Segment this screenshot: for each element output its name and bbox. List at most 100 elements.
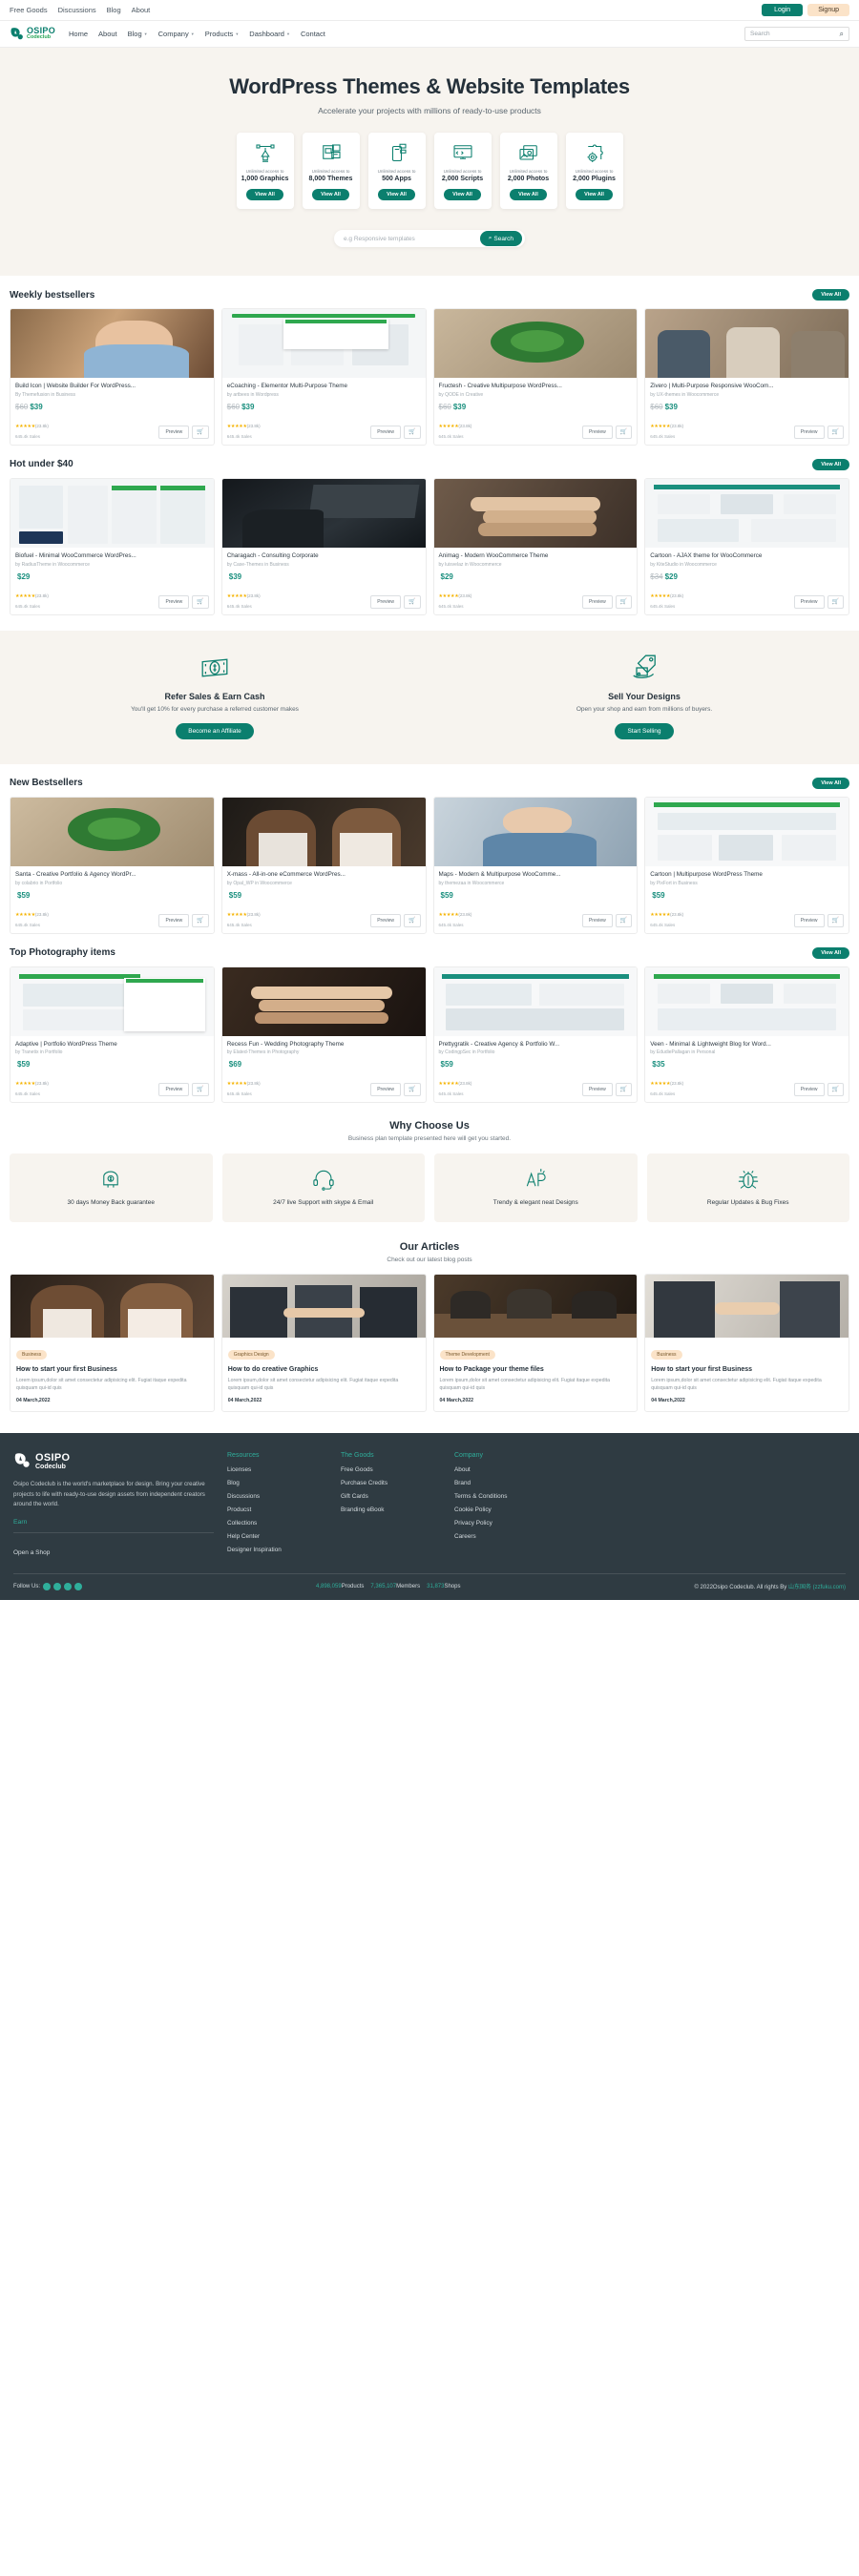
footer-link-branding-ebook[interactable]: Branding eBook bbox=[341, 1506, 441, 1513]
topbar-link-about[interactable]: About bbox=[132, 6, 151, 14]
footer-link-gift-cards[interactable]: Gift Cards bbox=[341, 1493, 441, 1500]
site-logo[interactable]: OSIPO Codeclub bbox=[10, 27, 55, 42]
product-card[interactable]: Prettygratik - Creative Agency & Portfol… bbox=[432, 966, 639, 1104]
product-name[interactable]: Build Icon | Website Builder For WordPre… bbox=[15, 383, 209, 390]
footer-link-blog[interactable]: Blog bbox=[227, 1480, 327, 1486]
article-title[interactable]: How to do creative Graphics bbox=[228, 1365, 420, 1374]
product-card[interactable]: Build Icon | Website Builder For WordPre… bbox=[10, 308, 215, 446]
add-to-cart-button[interactable]: 🛒 bbox=[615, 913, 633, 927]
add-to-cart-button[interactable]: 🛒 bbox=[192, 594, 209, 609]
product-name[interactable]: Cartoon | Multipurpose WordPress Theme bbox=[650, 871, 844, 879]
footer-link-about[interactable]: About bbox=[454, 1466, 555, 1473]
article-card[interactable]: Business How to start your first Busines… bbox=[644, 1274, 849, 1413]
add-to-cart-button[interactable]: 🛒 bbox=[192, 1083, 209, 1097]
add-to-cart-button[interactable]: 🛒 bbox=[404, 594, 421, 609]
product-name[interactable]: Fructesh - Creative Multipurpose WordPre… bbox=[439, 383, 633, 390]
nav-item-dashboard[interactable]: Dashboard ▼ bbox=[249, 30, 290, 38]
product-name[interactable]: Veen - Minimal & Lightweight Blog for Wo… bbox=[650, 1041, 844, 1049]
footer-link-producst[interactable]: Producst bbox=[227, 1506, 327, 1513]
category-card-apps[interactable]: Unlimited access to 500 Apps View All bbox=[367, 133, 426, 209]
footer-link-brand[interactable]: Brand bbox=[454, 1480, 555, 1486]
product-card[interactable]: Recess Fun - Wedding Photography Theme b… bbox=[220, 966, 427, 1104]
product-name[interactable]: Animag - Modern WooCommerce Theme bbox=[439, 552, 633, 560]
nav-item-home[interactable]: Home bbox=[69, 30, 88, 38]
login-button[interactable]: Login bbox=[762, 4, 804, 16]
product-card[interactable]: Animag - Modern WooCommerce Theme by lui… bbox=[432, 477, 639, 615]
preview-button[interactable]: Preview bbox=[370, 594, 402, 609]
preview-button[interactable]: Preview bbox=[793, 594, 825, 609]
instagram-icon[interactable] bbox=[74, 1582, 83, 1590]
category-view-all-button[interactable]: View All bbox=[576, 189, 613, 200]
product-card[interactable]: Biofuel - Minimal WooCommerce WordPres..… bbox=[10, 477, 215, 615]
preview-button[interactable]: Preview bbox=[581, 594, 613, 609]
twitter-icon[interactable] bbox=[53, 1582, 62, 1590]
add-to-cart-button[interactable]: 🛒 bbox=[404, 1083, 421, 1097]
article-tag[interactable]: Theme Development bbox=[439, 1350, 495, 1361]
nav-item-products[interactable]: Products ▼ bbox=[205, 30, 240, 38]
add-to-cart-button[interactable]: 🛒 bbox=[827, 913, 844, 927]
category-card-plugins[interactable]: Unlimited access to 2,000 Plugins View A… bbox=[565, 133, 623, 209]
footer-open-shop-link[interactable]: Open a Shop bbox=[13, 1549, 50, 1556]
category-view-all-button[interactable]: View All bbox=[312, 189, 349, 200]
section-view-all-button[interactable]: View All bbox=[812, 946, 849, 959]
product-card[interactable]: Adaptive | Portfolio WordPress Theme by … bbox=[10, 966, 215, 1104]
footer-link-privacy-policy[interactable]: Privacy Policy bbox=[454, 1520, 555, 1527]
preview-button[interactable]: Preview bbox=[793, 425, 825, 439]
nav-item-company[interactable]: Company ▼ bbox=[158, 30, 195, 38]
section-view-all-button[interactable]: View All bbox=[812, 458, 849, 470]
product-name[interactable]: Prettygratik - Creative Agency & Portfol… bbox=[439, 1041, 633, 1049]
add-to-cart-button[interactable]: 🛒 bbox=[827, 1083, 844, 1097]
hero-search-button[interactable]: ⌕ Search bbox=[479, 231, 522, 246]
nav-item-blog[interactable]: Blog ▼ bbox=[128, 30, 148, 38]
footer-link-designer-inspiration[interactable]: Designer Inspiration bbox=[227, 1547, 327, 1553]
product-card[interactable]: Maps - Modern & Multipurpose WooComme...… bbox=[432, 796, 639, 934]
category-card-photos[interactable]: Unlimited access to 2,000 Photos View Al… bbox=[499, 133, 557, 209]
add-to-cart-button[interactable]: 🛒 bbox=[615, 594, 633, 609]
preview-button[interactable]: Preview bbox=[581, 1083, 613, 1097]
search-icon[interactable]: ⌕ bbox=[840, 30, 844, 39]
footer-link-licenses[interactable]: Licenses bbox=[227, 1466, 327, 1473]
product-card[interactable]: Cartoon | Multipurpose WordPress Theme b… bbox=[644, 796, 849, 934]
add-to-cart-button[interactable]: 🛒 bbox=[192, 913, 209, 927]
nav-search-input[interactable]: Search ⌕ bbox=[744, 27, 849, 41]
article-tag[interactable]: Business bbox=[16, 1350, 48, 1361]
add-to-cart-button[interactable]: 🛒 bbox=[827, 594, 844, 609]
preview-button[interactable]: Preview bbox=[370, 425, 402, 439]
preview-button[interactable]: Preview bbox=[581, 913, 613, 927]
preview-button[interactable]: Preview bbox=[370, 913, 402, 927]
article-tag[interactable]: Graphics Design bbox=[227, 1350, 275, 1361]
footer-copyright-link-2[interactable]: (zzfuku.com) bbox=[813, 1585, 846, 1590]
product-card[interactable]: Veen - Minimal & Lightweight Blog for Wo… bbox=[644, 966, 849, 1104]
category-view-all-button[interactable]: View All bbox=[510, 189, 547, 200]
product-card[interactable]: Zivero | Multi-Purpose Responsive WooCom… bbox=[644, 308, 849, 446]
product-name[interactable]: Charagach - Consulting Corporate bbox=[227, 552, 421, 560]
preview-button[interactable]: Preview bbox=[581, 425, 613, 439]
footer-link-purchase-credits[interactable]: Purchase Credits bbox=[341, 1480, 441, 1486]
nav-item-about[interactable]: About bbox=[98, 30, 117, 38]
add-to-cart-button[interactable]: 🛒 bbox=[404, 425, 421, 439]
category-view-all-button[interactable]: View All bbox=[378, 189, 415, 200]
preview-button[interactable]: Preview bbox=[158, 425, 190, 439]
product-name[interactable]: eCoaching - Elementor Multi-Purpose Them… bbox=[227, 383, 421, 390]
nav-item-contact[interactable]: Contact bbox=[301, 30, 325, 38]
whatsapp-icon[interactable] bbox=[64, 1582, 73, 1590]
footer-link-careers[interactable]: Careers bbox=[454, 1533, 555, 1540]
category-view-all-button[interactable]: View All bbox=[444, 189, 481, 200]
footer-link-free-goods[interactable]: Free Goods bbox=[341, 1466, 441, 1473]
topbar-link-blog[interactable]: Blog bbox=[107, 6, 121, 14]
topbar-link-discussions[interactable]: Discussions bbox=[58, 6, 96, 14]
signup-button[interactable]: Signup bbox=[807, 4, 849, 16]
hero-search-box[interactable]: e.g Responsive templates ⌕ Search bbox=[334, 230, 525, 247]
footer-copyright-link[interactable]: 山东国务 bbox=[788, 1585, 811, 1590]
preview-button[interactable]: Preview bbox=[370, 1083, 402, 1097]
article-card[interactable]: Graphics Design How to do creative Graph… bbox=[220, 1274, 427, 1413]
product-name[interactable]: Maps - Modern & Multipurpose WooComme... bbox=[439, 871, 633, 879]
footer-link-help-center[interactable]: Help Center bbox=[227, 1533, 327, 1540]
footer-link-cookie-policy[interactable]: Cookie Policy bbox=[454, 1506, 555, 1513]
facebook-icon[interactable] bbox=[43, 1582, 52, 1590]
product-name[interactable]: Adaptive | Portfolio WordPress Theme bbox=[15, 1041, 209, 1049]
category-card-themes[interactable]: Unlimited access to 8,000 Themes View Al… bbox=[302, 133, 360, 209]
product-card[interactable]: Santa - Creative Portfolio & Agency Word… bbox=[10, 796, 215, 934]
preview-button[interactable]: Preview bbox=[158, 1083, 190, 1097]
add-to-cart-button[interactable]: 🛒 bbox=[827, 425, 844, 439]
